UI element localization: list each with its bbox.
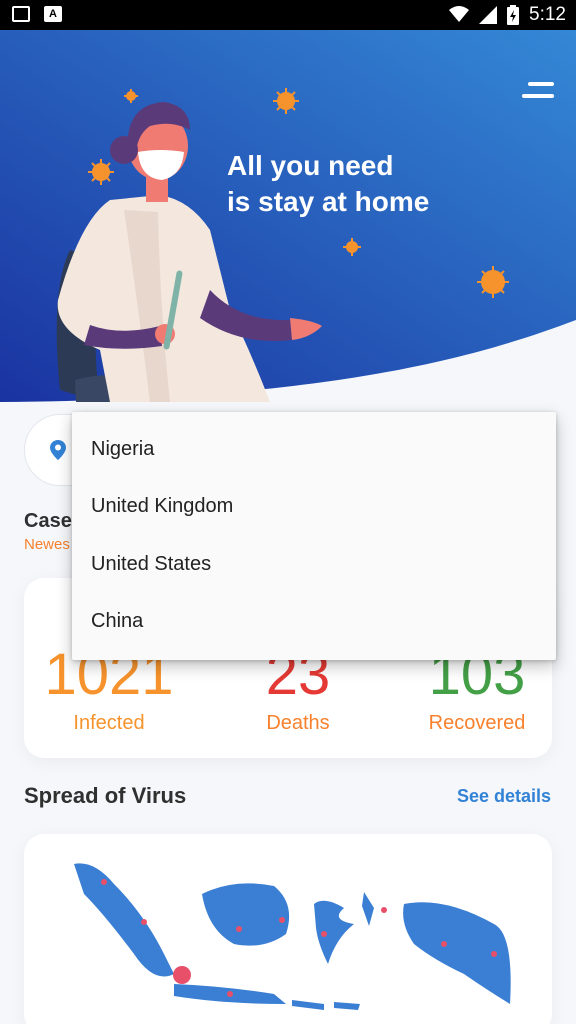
case-update-subtitle: Newes <box>24 536 70 553</box>
see-details-link[interactable]: See details <box>457 786 551 807</box>
app-notification-icon: A <box>44 6 62 22</box>
menu-button[interactable] <box>522 82 554 104</box>
signal-icon <box>479 6 498 24</box>
wifi-icon <box>449 6 470 22</box>
country-dropdown-menu: Nigeria United Kingdom United States Chi… <box>72 412 556 660</box>
recovered-label: Recovered <box>428 712 526 734</box>
menu-bar-icon <box>522 94 554 98</box>
dropdown-option[interactable]: Nigeria <box>72 421 556 478</box>
virus-decorations <box>88 88 509 298</box>
status-bar: A 5:12 <box>0 0 576 30</box>
infected-label: Infected <box>73 712 145 734</box>
dropdown-option[interactable]: United States <box>72 536 556 593</box>
status-time: 5:12 <box>529 4 566 25</box>
case-update-title: Case <box>24 510 72 532</box>
dropdown-option[interactable]: United Kingdom <box>72 478 556 535</box>
headline: All you need is stay at home <box>227 148 429 220</box>
deaths-label: Deaths <box>266 712 330 734</box>
menu-bar-icon <box>528 82 554 86</box>
battery-icon <box>507 5 520 25</box>
indonesia-map <box>74 863 511 1010</box>
location-pin-icon <box>50 440 66 460</box>
spread-title: Spread of Virus <box>24 783 187 808</box>
header-banner: All you need is stay at home <box>0 30 576 420</box>
dropdown-option[interactable]: China <box>72 593 556 650</box>
headline-line-1: All you need <box>227 150 394 181</box>
headline-line-2: is stay at home <box>227 186 430 217</box>
spread-map-card <box>24 834 552 1024</box>
image-notification-icon <box>12 6 30 22</box>
